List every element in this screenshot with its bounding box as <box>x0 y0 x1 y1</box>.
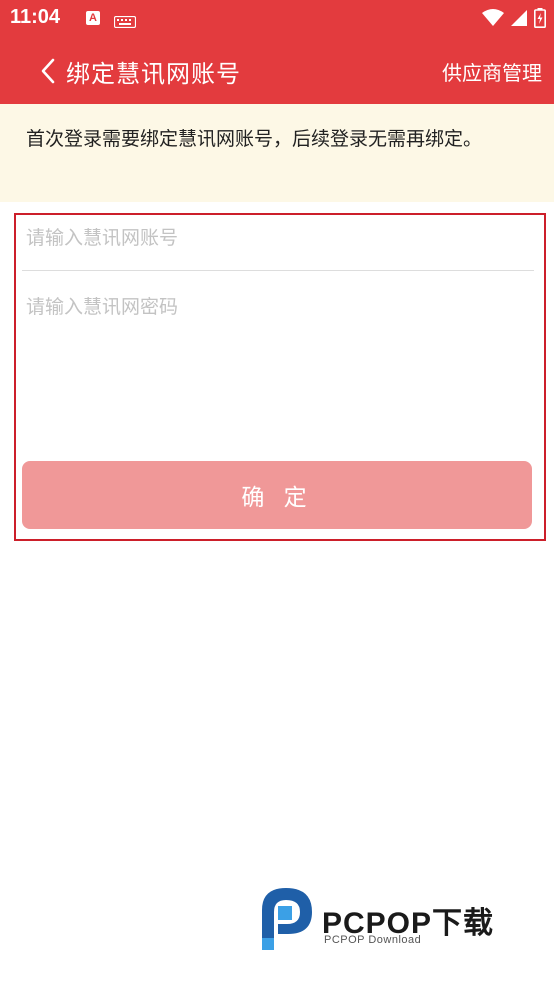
app-bar: 绑定慧讯网账号 供应商管理 <box>0 38 554 104</box>
status-time: 11:04 <box>10 6 61 28</box>
status-bar: 11:04 A <box>0 0 554 38</box>
password-input[interactable] <box>26 292 538 322</box>
supplier-management-link[interactable]: 供应商管理 <box>442 57 542 86</box>
bind-notice: 首次登录需要绑定慧讯网账号，后续登录无需再绑定。 <box>0 104 554 202</box>
watermark-subtitle: PCPOP Download <box>324 934 422 946</box>
field-divider <box>22 270 534 271</box>
bind-notice-text: 首次登录需要绑定慧讯网账号，后续登录无需再绑定。 <box>26 128 483 150</box>
back-button[interactable] <box>34 56 62 86</box>
pcpop-watermark: PCPOP下载 PCPOP Download <box>256 884 546 956</box>
battery-icon <box>534 8 546 28</box>
page-title: 绑定慧讯网账号 <box>66 60 241 88</box>
keyboard-icon <box>113 13 137 32</box>
signal-icon <box>511 10 527 26</box>
pcpop-logo-icon <box>262 888 312 950</box>
confirm-button[interactable]: 确 定 <box>22 461 532 529</box>
login-form: 确 定 <box>14 213 546 541</box>
app-notification-icon: A <box>86 11 100 25</box>
wifi-icon <box>482 9 504 26</box>
status-icons <box>482 8 546 28</box>
chevron-left-icon <box>41 58 55 84</box>
account-input[interactable] <box>26 223 538 253</box>
